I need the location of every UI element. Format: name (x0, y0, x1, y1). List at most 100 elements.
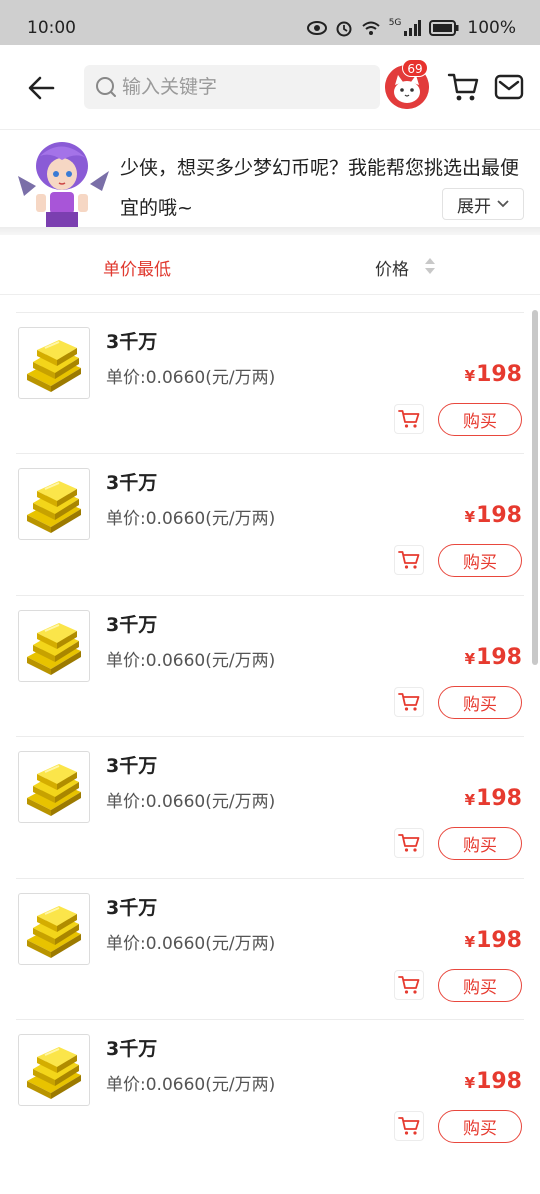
gold-bars-icon (27, 481, 81, 533)
price-amount: 198 (476, 786, 522, 811)
gold-bars-image (18, 609, 90, 682)
item-name: 3千万 (106, 896, 158, 919)
item-divider (16, 736, 524, 737)
search-input[interactable] (122, 65, 372, 109)
item-name: 3千万 (106, 755, 158, 777)
cart-icon (398, 551, 420, 569)
list-item[interactable]: 3千万 单价:0.0660(元/万两) ¥197.97 购买 (0, 296, 540, 311)
mascot-character-icon (18, 142, 109, 227)
buy-button[interactable]: 购买 (438, 685, 522, 719)
status-bar: 10:00 5G 100% (0, 0, 540, 45)
add-to-cart-button[interactable] (394, 403, 424, 434)
mail-icon (494, 74, 524, 100)
item-name: 3千万 (106, 330, 158, 353)
price-amount: 198 (476, 927, 522, 953)
cart-button[interactable] (447, 72, 479, 106)
status-time: 10:00 (27, 18, 76, 38)
add-to-cart-button[interactable] (394, 969, 424, 1000)
network-label: 5G (388, 18, 402, 28)
sort-lowest-unit-price[interactable]: 单价最低 (103, 255, 171, 280)
avatar-button[interactable]: 69 (385, 59, 429, 109)
add-to-cart-button[interactable] (394, 828, 424, 858)
search-icon (96, 77, 116, 97)
list-item[interactable]: 3千万 单价:0.0660(元/万两) ¥198 购买 (0, 594, 540, 736)
gold-bars-image (18, 326, 90, 399)
currency-symbol: ¥ (464, 791, 476, 809)
buy-button[interactable]: 购买 (438, 1110, 522, 1143)
item-name: 3千万 (106, 613, 158, 636)
currency-symbol: ¥ (464, 1074, 476, 1092)
item-price: ¥198 (465, 362, 522, 387)
item-name: 3千万 (106, 1038, 158, 1060)
list-item[interactable]: 3千万 单价:0.0660(元/万两) ¥198 购买 (0, 453, 540, 594)
gold-bars-image (18, 892, 90, 965)
mascot-image (16, 136, 110, 227)
list-item[interactable]: 3千万 单价:0.0660(元/万两) ¥198 购买 (0, 311, 540, 453)
item-price: ¥198 (465, 786, 522, 811)
list-item[interactable]: 3千万 单价:0.0660(元/万两) ¥198 购买 (0, 877, 540, 1019)
cart-icon (398, 692, 420, 711)
currency-symbol: ¥ (464, 932, 476, 951)
battery-level: 100% (467, 18, 516, 38)
gold-bars-icon (27, 1047, 81, 1099)
list-item[interactable]: 3千万 单价:0.0660(元/万两) ¥198 购买 (0, 1019, 540, 1160)
status-icons: 5G 100% (306, 18, 516, 38)
buy-button[interactable]: 购买 (438, 402, 522, 436)
add-to-cart-button[interactable] (394, 545, 424, 575)
top-header: 69 (0, 45, 540, 130)
item-divider (16, 1019, 524, 1020)
item-price: ¥198 (465, 928, 522, 953)
add-to-cart-button[interactable] (394, 1111, 424, 1141)
item-unit-price: 单价:0.0660(元/万两) (106, 509, 276, 529)
price-amount: 198 (476, 503, 522, 528)
cart-icon (447, 73, 479, 101)
gold-bars-icon (27, 764, 81, 816)
cart-icon (398, 834, 420, 852)
item-divider (16, 453, 524, 454)
item-price: ¥198 (465, 503, 522, 528)
buy-button[interactable]: 购买 (438, 544, 522, 577)
list-item[interactable]: 3千万 单价:0.0660(元/万两) ¥198 购买 (0, 736, 540, 877)
item-price: ¥198 (465, 645, 522, 670)
sort-arrows-icon[interactable] (424, 257, 436, 275)
add-to-cart-button[interactable] (394, 686, 424, 717)
cart-icon (398, 975, 420, 994)
item-price: ¥198 (465, 1069, 522, 1094)
item-unit-price: 单价:0.0660(元/万两) (106, 367, 276, 388)
search-box[interactable] (84, 65, 380, 109)
gold-bars-icon (27, 622, 81, 675)
message-count-badge: 69 (402, 59, 428, 77)
gold-bars-icon (27, 905, 81, 958)
back-button[interactable] (25, 71, 59, 105)
signal-icon (404, 20, 422, 36)
price-amount: 198 (476, 1069, 522, 1094)
cart-icon (398, 409, 420, 428)
alarm-icon (336, 21, 352, 37)
sort-price[interactable]: 价格 (375, 255, 409, 280)
scrollbar[interactable] (532, 310, 538, 665)
currency-symbol: ¥ (464, 366, 476, 385)
battery-icon (429, 20, 459, 36)
expand-button[interactable]: 展开 (442, 188, 524, 220)
item-unit-price: 单价:0.0660(元/万两) (106, 1075, 276, 1095)
gold-bars-image (18, 468, 90, 540)
price-amount: 198 (476, 361, 522, 387)
gold-bars-image (18, 1034, 90, 1106)
assistant-banner: 少侠，想买多少梦幻币呢？我能帮您挑选出最便宜的哦~ 展开 (0, 130, 540, 227)
item-unit-price: 单价:0.0660(元/万两) (106, 792, 276, 812)
currency-symbol: ¥ (464, 649, 476, 668)
wifi-icon (362, 21, 380, 35)
item-divider (16, 311, 524, 313)
buy-button[interactable]: 购买 (438, 827, 522, 860)
message-button[interactable] (494, 72, 524, 106)
item-name: 3千万 (106, 472, 158, 494)
chevron-down-icon (497, 200, 509, 208)
currency-symbol: ¥ (464, 508, 476, 526)
item-divider (16, 594, 524, 596)
cart-icon (398, 1117, 420, 1135)
gold-bars-icon (27, 339, 81, 392)
sort-bar: 单价最低 价格 (0, 235, 540, 295)
eye-icon (306, 21, 327, 35)
buy-button[interactable]: 购买 (438, 968, 522, 1002)
item-unit-price: 单价:0.0660(元/万两) (106, 650, 276, 671)
